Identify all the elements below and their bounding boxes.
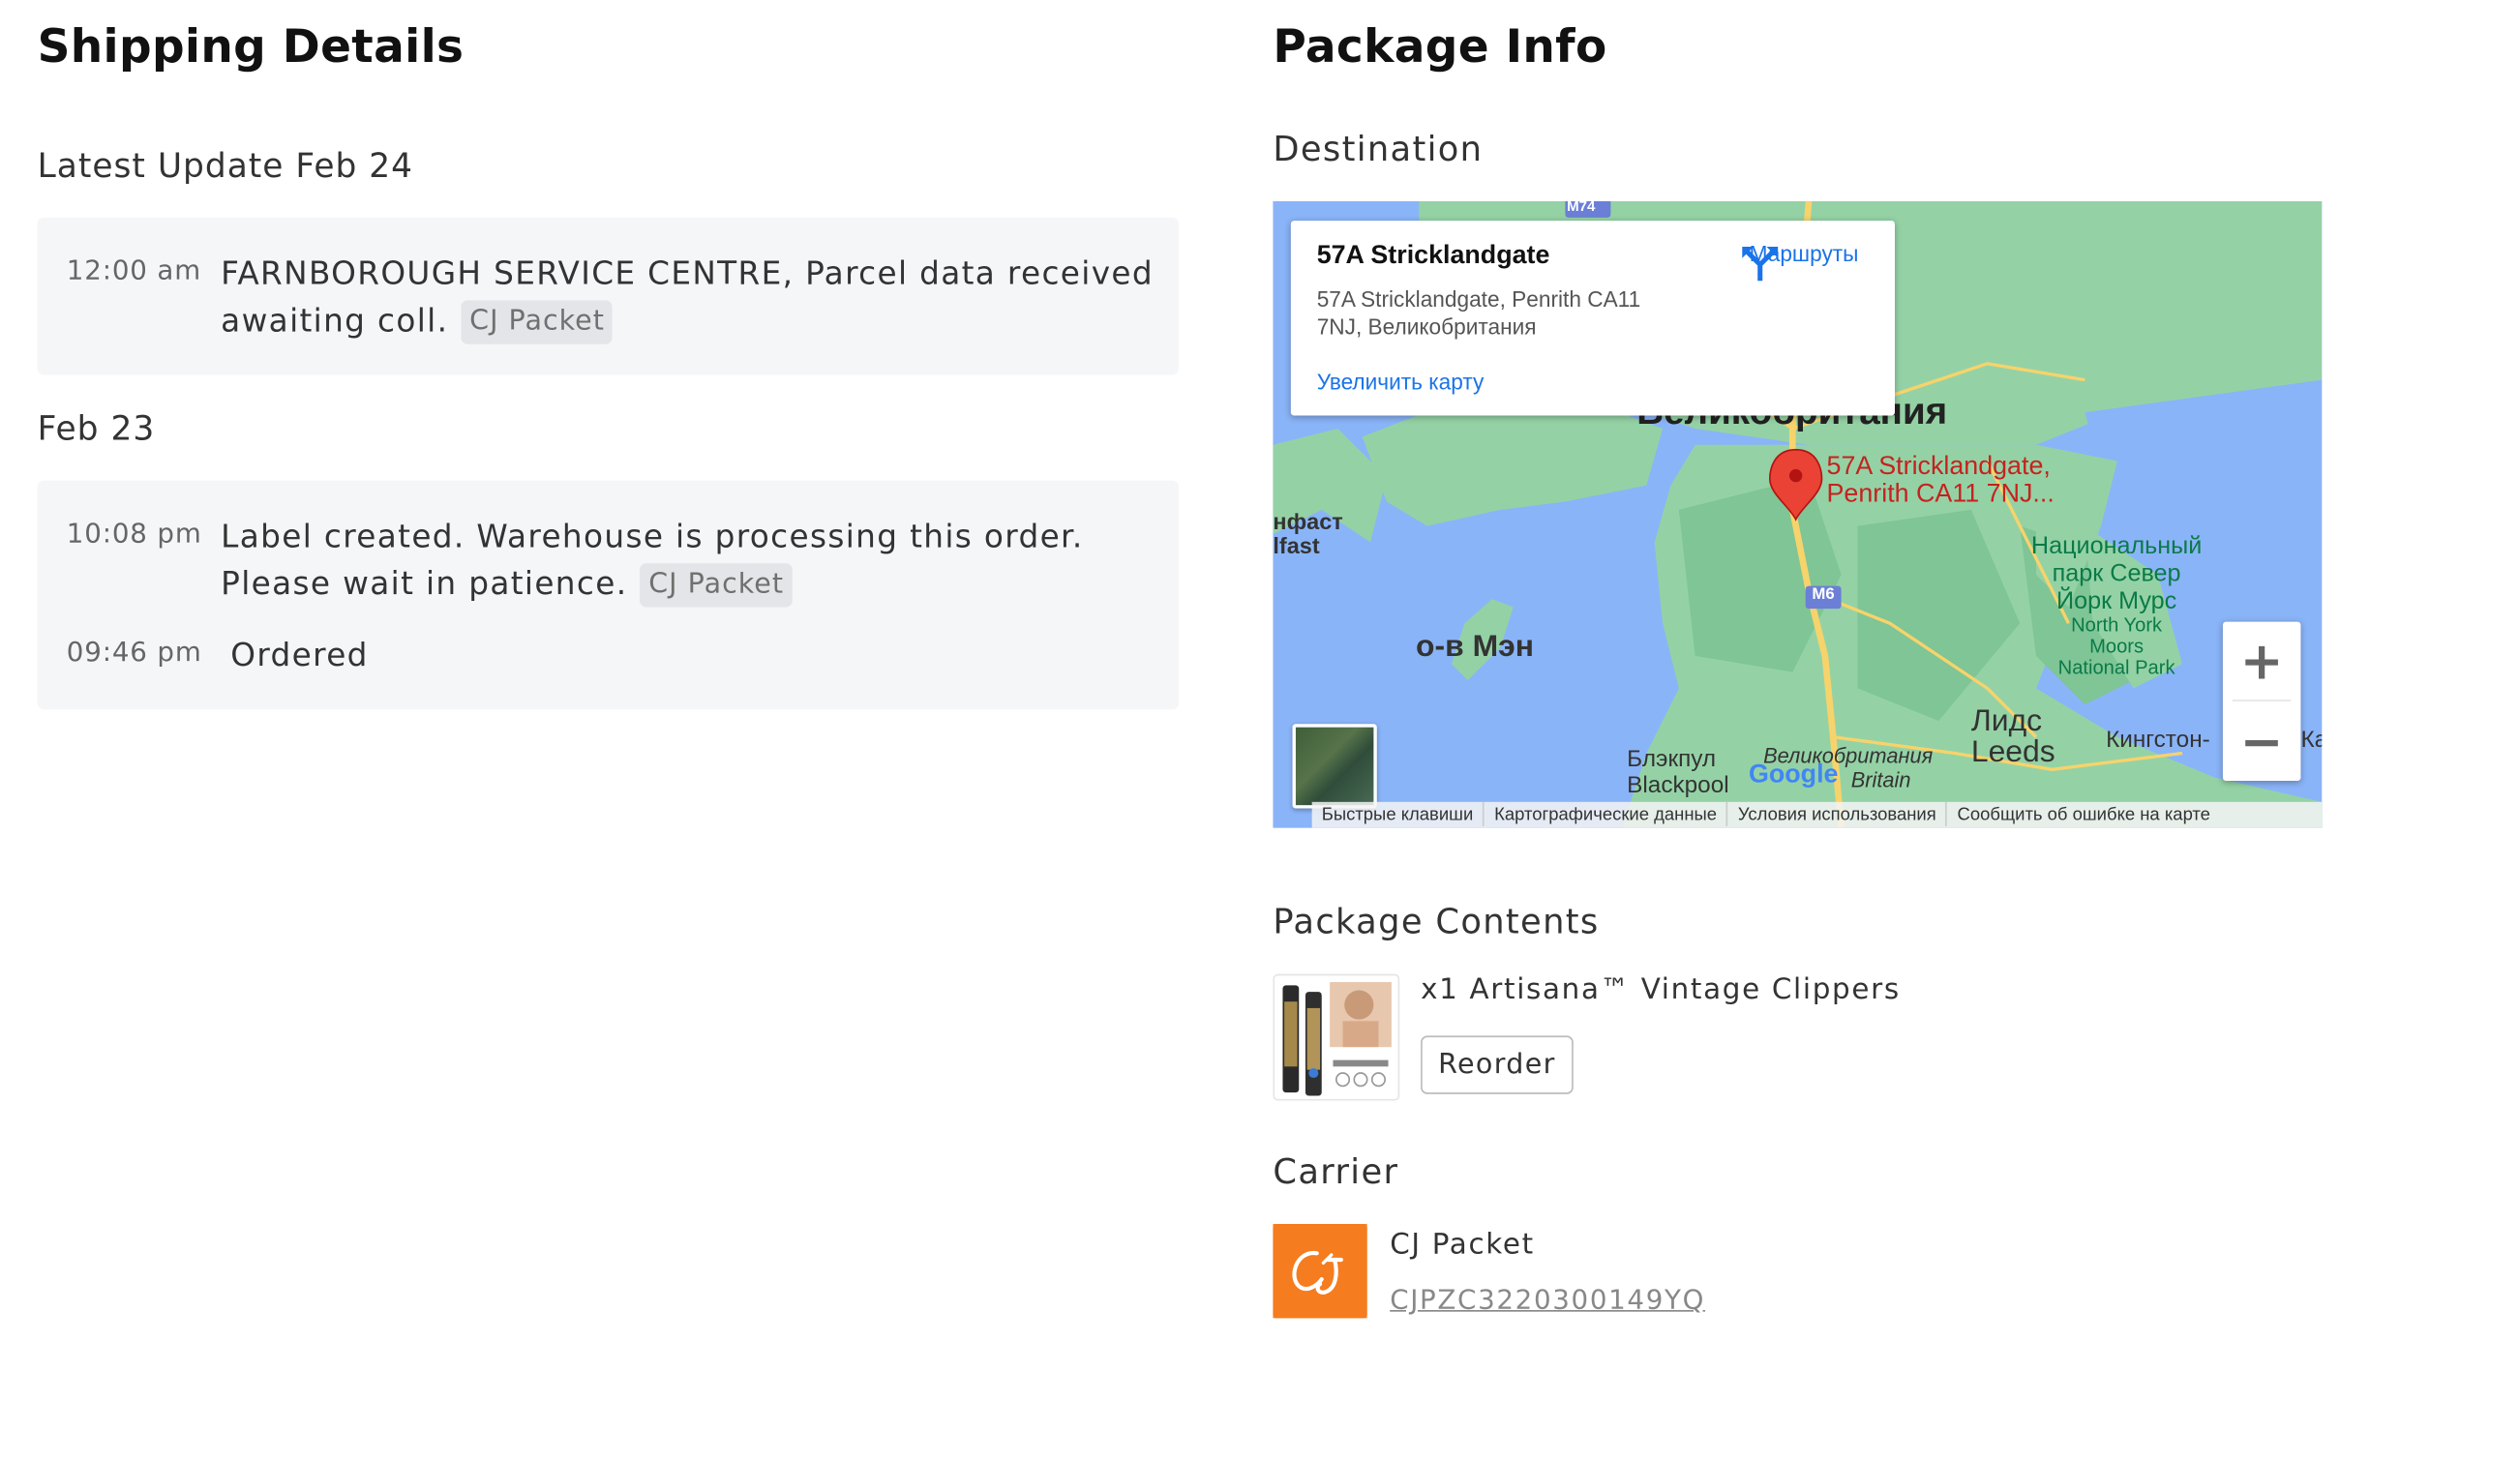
map-footer: Быстрые клавиши Картографические данные Ус… bbox=[1311, 801, 2323, 828]
event-card-feb-23: 10:08 pm Label created. Warehouse is pro… bbox=[37, 480, 1180, 710]
info-window-address: 57A Stricklandgate, Penrith CA11 7NJ, Ве… bbox=[1316, 286, 1641, 340]
park-ru-3: Йорк Мурс bbox=[2055, 587, 2177, 615]
carrier-name: CJ Packet bbox=[1390, 1229, 1535, 1262]
blackpool-ru: Блэкпул bbox=[1627, 746, 1717, 773]
carrier-tag: CJ Packet bbox=[461, 300, 614, 344]
package-contents-label: Package Contents bbox=[1273, 902, 1600, 942]
map-label-kingston-cut: Ка bbox=[2300, 727, 2322, 754]
view-larger-map-link[interactable]: Увеличить карту bbox=[1317, 371, 1485, 395]
keyboard-shortcuts-link[interactable]: Быстрые клавиши bbox=[1312, 801, 1485, 827]
event-card-feb-24: 12:00 am FARNBOROUGH SERVICE CENTRE, Par… bbox=[37, 217, 1180, 375]
directions-button[interactable]: Маршруты bbox=[1739, 242, 1869, 282]
event-text: FARNBOROUGH SERVICE CENTRE, Parcel data … bbox=[221, 250, 1162, 344]
carrier-tag: CJ Packet bbox=[640, 563, 793, 608]
pin-label-line-1: 57A Stricklandgate, bbox=[1826, 453, 2051, 481]
directions-icon bbox=[1742, 247, 1779, 282]
shipping-details-title: Shipping Details bbox=[37, 19, 465, 74]
zoom-out-button[interactable]: − bbox=[2223, 702, 2301, 781]
event-time: 12:00 am bbox=[66, 254, 202, 286]
map-label-leeds: Лидс Leeds bbox=[1971, 706, 2055, 768]
zoom-separator bbox=[2232, 700, 2292, 701]
leeds-en: Leeds bbox=[1970, 735, 2055, 770]
map-pin-label: 57A Stricklandgate, Penrith CA11 7NJ... bbox=[1827, 453, 2055, 508]
event-time: 09:46 pm bbox=[66, 636, 202, 668]
terms-link[interactable]: Условия использования bbox=[1728, 801, 1948, 827]
info-window-title: 57A Stricklandgate bbox=[1316, 241, 1550, 270]
road-shield-m74: M74 bbox=[1567, 201, 1596, 215]
map-label-belfast: нфаст lfast bbox=[1273, 508, 1343, 559]
event-description: Ordered bbox=[230, 636, 369, 674]
event-time: 10:08 pm bbox=[66, 518, 202, 550]
park-en-3: National Park bbox=[2057, 655, 2175, 679]
map-label-national-park: Национальный парк Север Йорк Мурс North … bbox=[2031, 532, 2202, 678]
product-name: x1 Artisana™ Vintage Clippers bbox=[1421, 973, 1901, 1007]
report-error-link[interactable]: Сообщить об ошибке на карте bbox=[1947, 802, 2220, 826]
clipper-image bbox=[1275, 975, 1398, 1099]
map-label-kingston: Кингстон- bbox=[2106, 727, 2210, 754]
map-info-window: 57A Stricklandgate 57A Stricklandgate, P… bbox=[1290, 221, 1895, 416]
leeds-ru: Лидс bbox=[1970, 704, 2043, 739]
destination-map[interactable]: M74 M6 Великобритания 57A Stricklandgate… bbox=[1273, 201, 2323, 828]
pin-label-line-2: Penrith CA11 7NJ... bbox=[1826, 480, 2055, 509]
belfast-en: lfast bbox=[1273, 532, 1320, 559]
satellite-toggle[interactable] bbox=[1292, 724, 1377, 809]
map-label-isle-of-man: о-в Мэн bbox=[1416, 629, 1535, 665]
map-zoom-control: + − bbox=[2222, 621, 2301, 782]
event-description: FARNBOROUGH SERVICE CENTRE, Parcel data … bbox=[221, 254, 1154, 340]
event-text: Label created. Warehouse is processing t… bbox=[221, 513, 1162, 608]
carrier-label: Carrier bbox=[1273, 1152, 1399, 1192]
product-thumbnail[interactable] bbox=[1273, 973, 1400, 1101]
road-shield-m6: M6 bbox=[1812, 585, 1835, 605]
tracking-number-link[interactable]: CJPZC3220300149YQ bbox=[1390, 1284, 1705, 1315]
park-en-1: North York bbox=[2071, 613, 2163, 637]
park-en-2: Moors bbox=[2089, 635, 2145, 658]
cj-logo-icon bbox=[1273, 1224, 1367, 1319]
map-data-link[interactable]: Картографические данные bbox=[1485, 801, 1728, 827]
latest-update-label: Latest Update Feb 24 bbox=[37, 146, 414, 186]
park-ru-1: Национальный bbox=[2030, 532, 2203, 560]
package-info-title: Package Info bbox=[1273, 19, 1607, 74]
reorder-button[interactable]: Reorder bbox=[1421, 1035, 1574, 1094]
park-ru-2: парк Север bbox=[2052, 559, 2181, 588]
google-logo: Google bbox=[1748, 760, 1839, 790]
belfast-ru: нфаст bbox=[1273, 508, 1343, 534]
carrier-logo bbox=[1273, 1224, 1367, 1319]
destination-label: Destination bbox=[1273, 130, 1484, 169]
map-label-blackpool: Блэкпул Blackpool bbox=[1627, 747, 1728, 799]
zoom-in-button[interactable]: + bbox=[2223, 622, 2301, 701]
blackpool-en: Blackpool bbox=[1627, 772, 1729, 799]
date-label-feb-23: Feb 23 bbox=[37, 408, 156, 449]
